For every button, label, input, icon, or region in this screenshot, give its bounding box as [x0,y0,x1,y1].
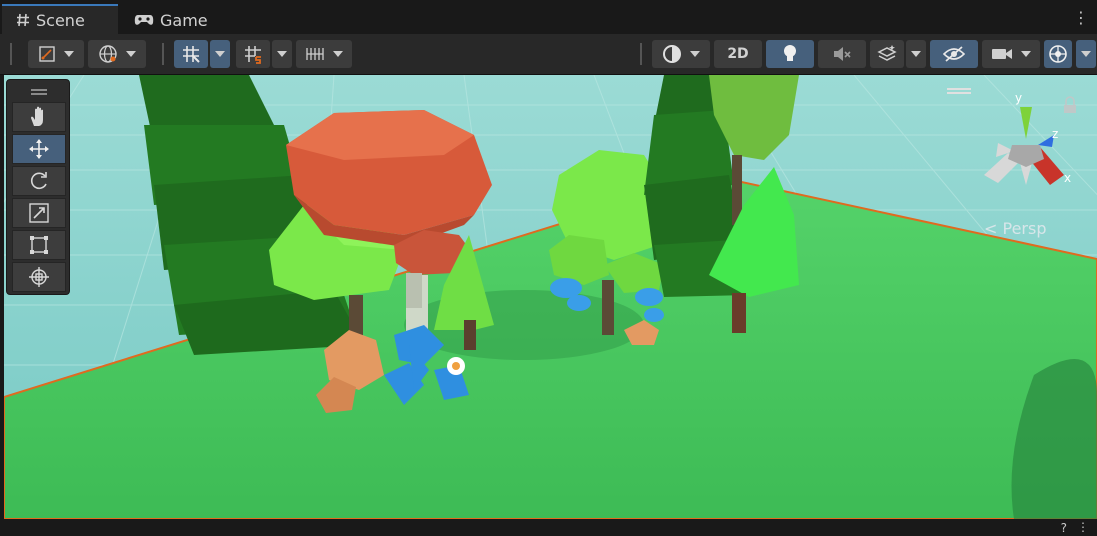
rotate-tool-button[interactable] [12,166,66,196]
chevron-down-icon [911,51,921,57]
help-button[interactable]: ? [1061,521,1067,535]
tab-game-label: Game [160,10,208,30]
chevron-down-icon [215,51,225,57]
grid-snap-icon [183,46,200,63]
scale-icon [29,203,49,223]
global-local-dropdown[interactable] [88,40,146,68]
gizmos-toggle[interactable] [1044,40,1072,68]
chevron-down-icon [1021,51,1031,57]
increment-snap-icon [245,46,261,64]
grid-ruler-icon [306,48,324,60]
tab-scene[interactable]: Scene [2,4,118,34]
effects-dropdown[interactable] [906,40,926,68]
chevron-down-icon [1081,51,1091,57]
scene-viewport[interactable]: y z x < Persp [4,75,1097,521]
chevron-down-icon [333,51,343,57]
chevron-down-icon [690,51,700,57]
shaded-sphere-icon [663,45,681,63]
eye-hidden-icon [943,46,965,62]
scene-toolbar: 2D [0,34,1097,75]
scene-visibility-toggle[interactable] [930,40,978,68]
chevron-down-icon [126,51,136,57]
transform-tool-button[interactable] [12,262,66,292]
scene-render [4,75,1097,519]
view-tool-button[interactable] [12,102,66,132]
toolbar-grip [10,43,12,65]
draw-mode-dropdown[interactable] [28,40,84,68]
tab-game[interactable]: Game [120,6,230,34]
axis-label-y: y [1015,91,1023,105]
overlay-drag-handle[interactable] [947,88,971,90]
axis-label-z: z [1052,127,1059,141]
effects-toggle[interactable] [870,40,904,68]
globe-icon [99,45,117,63]
scale-tool-button[interactable] [12,198,66,228]
lighting-toggle[interactable] [766,40,814,68]
increment-snap-toggle[interactable] [236,40,270,68]
move-tool-button[interactable] [12,134,66,164]
toggle-2d-button[interactable]: 2D [714,40,762,68]
grid-visibility-dropdown[interactable] [296,40,352,68]
more-options-icon[interactable]: ⋮ [1073,10,1089,26]
chevron-down-icon [277,51,287,57]
hand-icon [31,106,43,126]
tools-overlay [6,79,70,295]
shading-mode-dropdown[interactable] [652,40,710,68]
hash-icon [17,13,29,27]
camera-icon [992,49,1012,59]
layers-stars-icon [877,45,897,61]
status-bar: ? ⋮ [0,519,1097,536]
grid-snap-dropdown[interactable] [210,40,230,68]
toggle-2d-label: 2D [727,46,749,62]
chevron-down-icon [64,51,74,57]
tab-scene-label: Scene [36,10,85,30]
camera-settings-dropdown[interactable] [982,40,1040,68]
rect-tool-button[interactable] [12,230,66,260]
camera-projection-label[interactable]: < Persp [984,219,1046,238]
increment-snap-dropdown[interactable] [272,40,292,68]
lightbulb-icon [784,45,796,61]
toolbar-divider [640,43,642,65]
transform-icon [29,267,49,287]
panel-drag-handle[interactable] [31,89,47,91]
toolbar-divider [162,43,164,65]
gizmos-dropdown[interactable] [1076,40,1096,68]
rotate-icon [30,172,47,190]
axis-label-x: x [1064,171,1072,185]
gamepad-icon [134,15,154,25]
window-tab-bar: Scene Game ⋮ [0,0,1097,34]
more-options-icon[interactable]: ⋮ [1077,520,1089,534]
move-arrows-icon [29,139,49,159]
gizmo-globe-icon [1049,45,1067,63]
rect-transform-icon [30,236,48,254]
mute-icon [834,47,851,61]
grid-snap-toggle[interactable] [174,40,208,68]
audio-toggle[interactable] [818,40,866,68]
draw-mode-icon [39,46,55,62]
